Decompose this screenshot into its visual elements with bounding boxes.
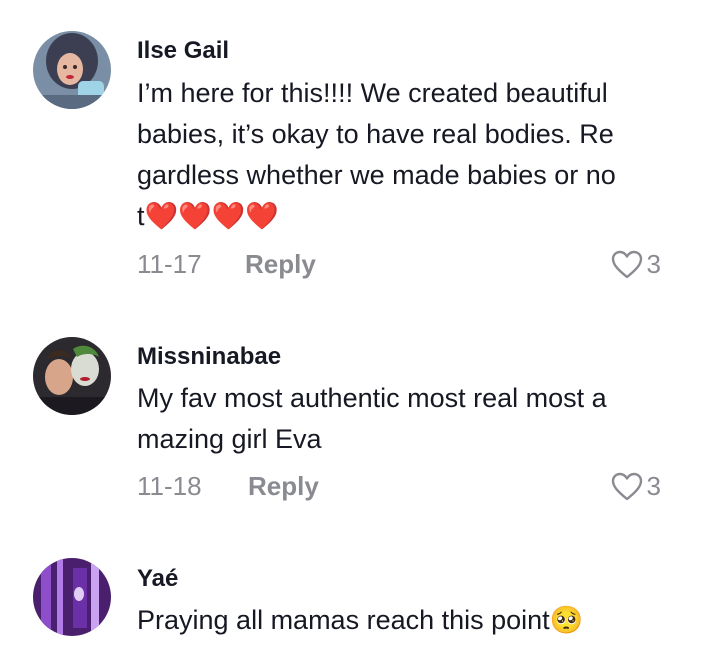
avatar[interactable]	[33, 337, 111, 415]
like-count: 3	[646, 249, 661, 279]
heart-outline-icon	[611, 250, 642, 278]
comment-date: 11-18	[137, 471, 202, 501]
comment-date: 11-17	[137, 249, 202, 279]
comment-meta: 11-18 Reply 3	[137, 471, 667, 507]
like-count: 3	[646, 471, 661, 501]
like-button[interactable]: 3	[611, 471, 661, 502]
reply-button[interactable]: Reply	[245, 249, 316, 280]
comment-meta: 11-17 Reply 3	[137, 249, 667, 285]
reply-button[interactable]: Reply	[248, 471, 319, 502]
avatar[interactable]	[33, 31, 111, 109]
comment-username[interactable]: Yaé	[137, 565, 178, 593]
comment-username[interactable]: Missninabae	[137, 343, 281, 371]
comment-text: Praying all mamas reach this point🥺	[137, 605, 584, 635]
avatar[interactable]	[33, 558, 111, 636]
comment-username[interactable]: Ilse Gail	[137, 37, 229, 65]
like-button[interactable]: 3	[611, 249, 661, 280]
heart-outline-icon	[611, 472, 642, 500]
comment-text: I’m here for this!!!! We created beautif…	[137, 78, 616, 231]
comment-text: My fav most authentic most real most a m…	[137, 383, 607, 454]
comment-list: Ilse Gail I’m here for this!!!! We creat…	[0, 0, 702, 648]
